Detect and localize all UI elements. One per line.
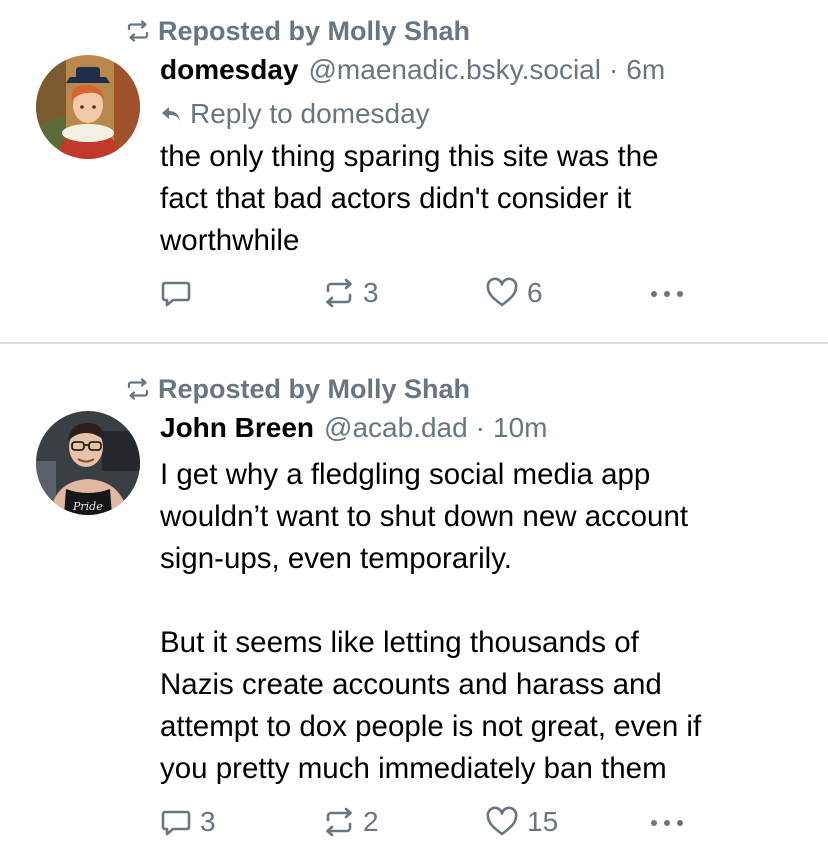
repost-indicator[interactable]: Reposted by Molly Shah bbox=[126, 14, 470, 48]
feed-post[interactable]: Reposted by Molly Shah domesday @maenadi… bbox=[0, 0, 828, 343]
more-options-button[interactable] bbox=[648, 277, 686, 309]
author-handle[interactable]: @acab.dad bbox=[324, 412, 468, 444]
more-options-button[interactable] bbox=[648, 806, 686, 838]
repost-icon bbox=[326, 807, 352, 837]
more-icon bbox=[651, 291, 683, 297]
avatar-shirt-text: Pride bbox=[72, 500, 103, 513]
author-name[interactable]: domesday bbox=[160, 54, 299, 86]
comment-icon bbox=[161, 281, 191, 307]
repost-count: 3 bbox=[363, 277, 379, 308]
comment-icon bbox=[161, 810, 191, 836]
reply-button[interactable]: 3 bbox=[160, 806, 216, 838]
post-actions: 3 6 bbox=[160, 277, 700, 317]
separator: · bbox=[608, 54, 619, 85]
reply-arrow-icon bbox=[162, 107, 180, 121]
like-count: 6 bbox=[527, 277, 543, 308]
avatar-image: Pride bbox=[36, 411, 140, 515]
more-icon bbox=[651, 820, 683, 826]
like-count: 15 bbox=[527, 806, 559, 837]
repost-icon bbox=[127, 20, 149, 42]
like-button[interactable]: 6 bbox=[485, 277, 543, 309]
avatar-image bbox=[36, 55, 140, 159]
repost-label: Reposted by Molly Shah bbox=[158, 373, 471, 404]
repost-button[interactable]: 2 bbox=[323, 806, 379, 838]
heart-icon bbox=[486, 806, 518, 836]
post-header: John Breen @acab.dad · 10m bbox=[160, 412, 547, 448]
post-text: the only thing sparing this site was the… bbox=[160, 140, 659, 257]
post-time[interactable]: 6m bbox=[626, 54, 665, 86]
author-handle[interactable]: @maenadic.bsky.social bbox=[309, 54, 601, 86]
post-time[interactable]: 10m bbox=[493, 412, 547, 444]
avatar[interactable]: Pride bbox=[36, 411, 140, 515]
heart-icon bbox=[486, 277, 518, 307]
repost-icon bbox=[127, 378, 149, 400]
reply-label: Reply to domesday bbox=[190, 98, 430, 129]
reply-button[interactable] bbox=[160, 277, 200, 309]
post-actions: 3 2 15 bbox=[160, 806, 700, 846]
feed-post[interactable]: Reposted by Molly Shah Pride John Breen … bbox=[0, 344, 828, 837]
reply-indicator[interactable]: Reply to domesday bbox=[160, 97, 430, 131]
repost-count: 2 bbox=[363, 806, 379, 837]
reply-count: 3 bbox=[200, 806, 216, 837]
avatar[interactable] bbox=[36, 55, 140, 159]
repost-indicator[interactable]: Reposted by Molly Shah bbox=[126, 372, 470, 406]
post-header: domesday @maenadic.bsky.social · 6m bbox=[160, 54, 665, 90]
repost-button[interactable]: 3 bbox=[323, 277, 379, 309]
separator: · bbox=[475, 412, 485, 443]
like-button[interactable]: 15 bbox=[485, 806, 558, 838]
author-name[interactable]: John Breen bbox=[160, 412, 314, 444]
repost-label: Reposted by Molly Shah bbox=[158, 15, 471, 46]
post-text: I get why a fledgling social media app w… bbox=[160, 458, 702, 785]
repost-icon bbox=[326, 278, 352, 308]
